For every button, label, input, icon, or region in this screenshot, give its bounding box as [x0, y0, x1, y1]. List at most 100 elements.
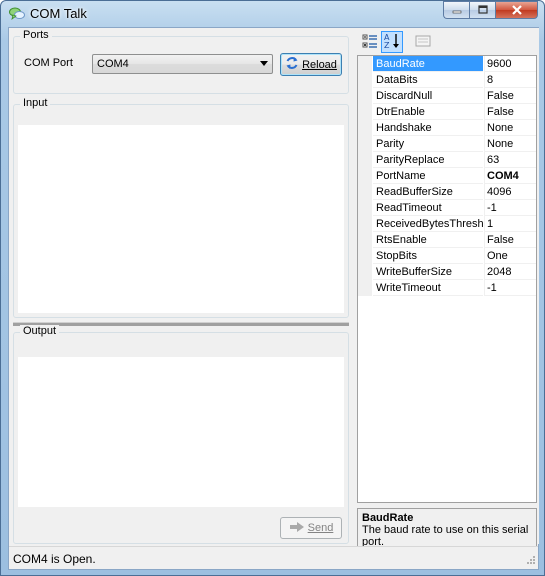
alphabetical-icon: A Z	[383, 32, 401, 53]
chevron-down-icon	[260, 61, 268, 66]
property-name[interactable]: BaudRate	[373, 56, 483, 72]
property-value[interactable]: False	[484, 88, 536, 104]
property-value[interactable]: 1	[484, 216, 536, 232]
property-row[interactable]: Handshake None	[358, 120, 536, 136]
minimize-button[interactable]	[443, 1, 469, 19]
property-row[interactable]: WriteBufferSize 2048	[358, 264, 536, 280]
property-name[interactable]: Parity	[373, 136, 483, 152]
property-row-margin	[358, 88, 372, 104]
property-name[interactable]: RtsEnable	[373, 232, 483, 248]
left-panel: Ports COM Port COM4 Reload Input Output …	[9, 28, 353, 544]
property-row[interactable]: StopBits One	[358, 248, 536, 264]
property-value[interactable]: COM4	[484, 168, 536, 184]
property-row[interactable]: RtsEnable False	[358, 232, 536, 248]
property-row-margin	[358, 104, 372, 120]
property-name[interactable]: ReceivedBytesThreshold	[373, 216, 483, 232]
property-name[interactable]: ParityReplace	[373, 152, 483, 168]
svg-text:Z: Z	[384, 41, 390, 50]
maximize-button[interactable]	[469, 1, 495, 19]
app-window: COM Talk Ports COM Port COM4 Reload Inpu…	[0, 0, 545, 576]
refresh-icon	[285, 56, 299, 73]
property-name[interactable]: DtrEnable	[373, 104, 483, 120]
reload-button[interactable]: Reload	[280, 53, 342, 76]
property-row-margin	[358, 152, 372, 168]
property-value[interactable]: 2048	[484, 264, 536, 280]
property-row[interactable]: ParityReplace 63	[358, 152, 536, 168]
send-button-label: Send	[307, 522, 334, 534]
property-name[interactable]: ReadTimeout	[373, 200, 483, 216]
property-row[interactable]: DtrEnable False	[358, 104, 536, 120]
property-row[interactable]: DiscardNull False	[358, 88, 536, 104]
com-port-select[interactable]: COM4	[92, 54, 273, 74]
property-list: BaudRate 9600 DataBits 8 DiscardNull False Dtr…	[357, 55, 537, 503]
property-value[interactable]: 4096	[484, 184, 536, 200]
property-row-margin	[358, 264, 372, 280]
splitter[interactable]	[13, 322, 349, 326]
property-grid: A Z BaudRate 9600 DataBits 8 DiscardNull…	[356, 28, 539, 552]
property-row[interactable]: ReadTimeout -1	[358, 200, 536, 216]
window-title: COM Talk	[30, 6, 87, 21]
property-value[interactable]: None	[484, 120, 536, 136]
property-value[interactable]: One	[484, 248, 536, 264]
input-textbox[interactable]	[18, 125, 344, 313]
status-bar: COM4 is Open.	[9, 546, 538, 569]
property-row[interactable]: ReceivedBytesThreshold1	[358, 216, 536, 232]
client-area: Ports COM Port COM4 Reload Input Output …	[8, 27, 539, 570]
property-value[interactable]: 63	[484, 152, 536, 168]
property-value[interactable]: False	[484, 104, 536, 120]
help-description: The baud rate to use on this serial port…	[362, 524, 529, 548]
property-value[interactable]: False	[484, 232, 536, 248]
property-value[interactable]: 9600	[484, 56, 536, 72]
property-row[interactable]: PortName COM4	[358, 168, 536, 184]
property-name[interactable]: WriteBufferSize	[373, 264, 483, 280]
property-row-margin	[358, 72, 372, 88]
output-textbox[interactable]	[18, 357, 344, 507]
property-row[interactable]: Parity None	[358, 136, 536, 152]
property-row-margin	[358, 280, 372, 296]
input-group: Input	[13, 97, 349, 318]
reload-button-label: Reload	[302, 58, 337, 71]
ports-group-label: Ports	[20, 29, 52, 41]
property-row-margin	[358, 200, 372, 216]
property-row-margin	[358, 184, 372, 200]
property-value[interactable]: 8	[484, 72, 536, 88]
output-group: Output Send	[13, 325, 349, 544]
close-button[interactable]	[495, 1, 538, 19]
ports-group: Ports COM Port COM4 Reload	[13, 29, 349, 94]
input-group-label: Input	[20, 97, 51, 109]
property-pages-icon	[415, 33, 431, 52]
property-row-margin	[358, 56, 372, 72]
com-port-label: COM Port	[24, 57, 73, 69]
categorized-button[interactable]	[359, 31, 381, 53]
property-row-margin	[358, 136, 372, 152]
property-row[interactable]: ReadBufferSize 4096	[358, 184, 536, 200]
output-group-label: Output	[20, 325, 60, 337]
property-grid-toolbar: A Z	[356, 28, 539, 54]
alphabetical-button[interactable]: A Z	[381, 31, 403, 53]
resize-grip-icon[interactable]	[524, 555, 536, 567]
property-value[interactable]: None	[484, 136, 536, 152]
property-row-margin	[358, 232, 372, 248]
property-name[interactable]: DataBits	[373, 72, 483, 88]
property-row[interactable]: WriteTimeout -1	[358, 280, 536, 296]
property-name[interactable]: ReadBufferSize	[373, 184, 483, 200]
send-button[interactable]: Send	[280, 517, 342, 539]
property-row-margin	[358, 248, 372, 264]
status-text: COM4 is Open.	[13, 552, 96, 566]
property-row[interactable]: DataBits 8	[358, 72, 536, 88]
property-name[interactable]: DiscardNull	[373, 88, 483, 104]
property-row-margin	[358, 168, 372, 184]
property-row[interactable]: BaudRate 9600	[358, 56, 536, 72]
help-title: BaudRate	[362, 512, 414, 524]
property-name[interactable]: PortName	[373, 168, 483, 184]
title-bar[interactable]: COM Talk	[1, 1, 544, 27]
property-row-margin	[358, 216, 372, 232]
categorized-icon	[362, 33, 378, 52]
property-pages-button[interactable]	[412, 31, 434, 53]
property-value[interactable]: -1	[484, 280, 536, 296]
property-name[interactable]: Handshake	[373, 120, 483, 136]
property-name[interactable]: StopBits	[373, 248, 483, 264]
property-name[interactable]: WriteTimeout	[373, 280, 483, 296]
chat-bubbles-icon	[9, 7, 25, 21]
property-value[interactable]: -1	[484, 200, 536, 216]
